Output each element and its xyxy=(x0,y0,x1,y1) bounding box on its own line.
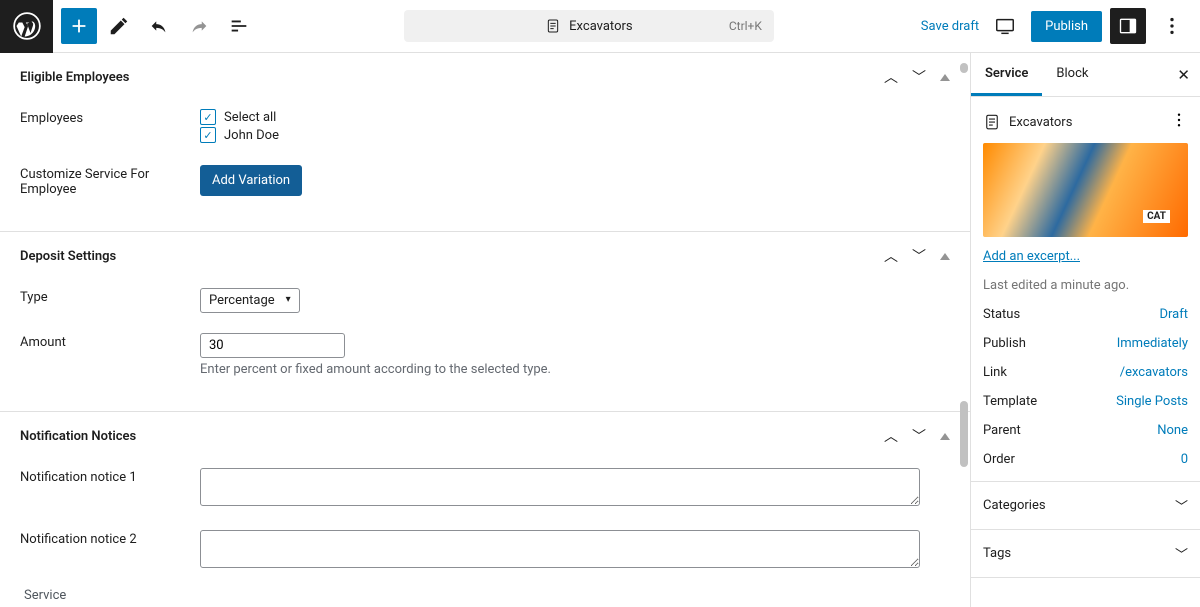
command-bar-wrap: Excavators Ctrl+K xyxy=(257,10,921,42)
command-bar-shortcut: Ctrl+K xyxy=(729,19,762,33)
command-bar-title: Excavators xyxy=(569,19,632,34)
command-bar[interactable]: Excavators Ctrl+K xyxy=(404,10,774,42)
move-down-button[interactable]: ﹀ xyxy=(912,246,926,266)
kebab-icon xyxy=(1170,111,1188,129)
more-menu-button[interactable] xyxy=(1154,8,1190,44)
collapse-toggle[interactable] xyxy=(940,253,950,260)
settings-sidebar: Service Block ✕ Excavators Add an excerp… xyxy=(970,53,1200,607)
save-draft-link[interactable]: Save draft xyxy=(921,19,979,34)
page-icon xyxy=(545,18,561,34)
tab-block[interactable]: Block xyxy=(1042,53,1102,96)
employee-name: John Doe xyxy=(224,128,279,143)
kebab-icon xyxy=(1161,15,1183,37)
employees-label: Employees xyxy=(20,109,200,145)
plus-icon xyxy=(68,15,90,37)
checkbox-checked-icon: ✓ xyxy=(200,109,216,125)
toolbar-right: Save draft Publish xyxy=(921,8,1200,44)
notice2-label: Notification notice 2 xyxy=(20,530,200,572)
meta-order-value[interactable]: 0 xyxy=(1181,452,1188,467)
amount-label: Amount xyxy=(20,333,200,377)
meta-link-value[interactable]: /excavators xyxy=(1120,365,1188,380)
notice1-label: Notification notice 1 xyxy=(20,468,200,510)
chevron-down-icon: ﹀ xyxy=(1175,544,1188,563)
deposit-settings-panel: Deposit Settings ︿ ﹀ Type Percentage Amo… xyxy=(0,232,970,412)
sidebar-tabs: Service Block ✕ xyxy=(971,53,1200,97)
meta-parent-label: Parent xyxy=(983,423,1021,438)
move-down-button[interactable]: ﹀ xyxy=(912,67,926,87)
sidebar-summary: Excavators Add an excerpt... Last edited… xyxy=(971,97,1200,482)
collapse-toggle[interactable] xyxy=(940,433,950,440)
bottom-tab-service[interactable]: Service xyxy=(16,584,74,607)
employee-row[interactable]: ✓ John Doe xyxy=(200,127,950,143)
chevron-down-icon: ﹀ xyxy=(1175,496,1188,515)
close-sidebar-button[interactable]: ✕ xyxy=(1177,66,1190,84)
meta-template-value[interactable]: Single Posts xyxy=(1116,394,1188,409)
meta-order-label: Order xyxy=(983,452,1015,467)
meta-template-label: Template xyxy=(983,394,1037,409)
scrollbar-thumb-top[interactable] xyxy=(960,63,968,73)
eligible-employees-panel: Eligible Employees ︿ ﹀ Employees ✓ Selec… xyxy=(0,53,970,232)
meta-parent-value[interactable]: None xyxy=(1157,423,1188,438)
notice1-textarea[interactable] xyxy=(200,468,920,506)
featured-image-thumbnail[interactable] xyxy=(983,143,1188,237)
move-up-button[interactable]: ︿ xyxy=(884,426,898,446)
categories-label: Categories xyxy=(983,498,1046,513)
panel-title: Eligible Employees xyxy=(20,70,129,85)
type-label: Type xyxy=(20,288,200,313)
wordpress-icon xyxy=(13,12,41,40)
desktop-icon xyxy=(994,15,1016,37)
panel-title: Notification Notices xyxy=(20,429,136,444)
sidebar-doc-title: Excavators xyxy=(1009,115,1072,130)
scrollbar-thumb[interactable] xyxy=(960,401,968,467)
add-variation-button[interactable]: Add Variation xyxy=(200,165,302,196)
type-select[interactable]: Percentage xyxy=(200,288,300,313)
add-excerpt-link[interactable]: Add an excerpt... xyxy=(983,249,1188,264)
move-up-button[interactable]: ︿ xyxy=(884,67,898,87)
add-block-button[interactable] xyxy=(61,8,97,44)
tags-panel-toggle[interactable]: Tags ﹀ xyxy=(971,530,1200,578)
undo-icon xyxy=(148,15,170,37)
move-down-button[interactable]: ﹀ xyxy=(912,426,926,446)
editor-canvas: Eligible Employees ︿ ﹀ Employees ✓ Selec… xyxy=(0,53,970,607)
list-icon xyxy=(228,15,250,37)
publish-button[interactable]: Publish xyxy=(1031,11,1102,42)
panel-title: Deposit Settings xyxy=(20,249,116,264)
settings-sidebar-toggle[interactable] xyxy=(1110,8,1146,44)
edit-tool-button[interactable] xyxy=(101,8,137,44)
sidebar-more-button[interactable] xyxy=(1170,111,1188,133)
preview-button[interactable] xyxy=(987,8,1023,44)
amount-help-text: Enter percent or fixed amount according … xyxy=(200,362,950,377)
notice2-textarea[interactable] xyxy=(200,530,920,568)
document-outline-button[interactable] xyxy=(221,8,257,44)
tab-service[interactable]: Service xyxy=(971,53,1042,96)
tags-label: Tags xyxy=(983,546,1011,561)
collapse-toggle[interactable] xyxy=(940,74,950,81)
meta-status-label: Status xyxy=(983,307,1020,322)
page-icon xyxy=(983,113,1001,131)
redo-icon xyxy=(188,15,210,37)
meta-status-value[interactable]: Draft xyxy=(1159,307,1188,322)
categories-panel-toggle[interactable]: Categories ﹀ xyxy=(971,482,1200,530)
wordpress-logo[interactable] xyxy=(0,0,53,53)
meta-publish-label: Publish xyxy=(983,336,1026,351)
redo-button[interactable] xyxy=(181,8,217,44)
move-up-button[interactable]: ︿ xyxy=(884,246,898,266)
amount-input[interactable] xyxy=(200,333,345,358)
editor-topbar: Excavators Ctrl+K Save draft Publish xyxy=(0,0,1200,53)
checkbox-checked-icon: ✓ xyxy=(200,127,216,143)
customize-label: Customize Service For Employee xyxy=(20,165,200,197)
meta-link-label: Link xyxy=(983,365,1007,380)
sidebar-icon xyxy=(1118,16,1138,36)
select-all-row[interactable]: ✓ Select all xyxy=(200,109,950,125)
toolbar-left xyxy=(53,8,257,44)
notification-notices-panel: Notification Notices ︿ ﹀ Notification no… xyxy=(0,412,970,606)
pencil-icon xyxy=(108,15,130,37)
undo-button[interactable] xyxy=(141,8,177,44)
select-all-label: Select all xyxy=(224,110,276,125)
meta-publish-value[interactable]: Immediately xyxy=(1117,336,1188,351)
last-edited-text: Last edited a minute ago. xyxy=(983,278,1188,293)
